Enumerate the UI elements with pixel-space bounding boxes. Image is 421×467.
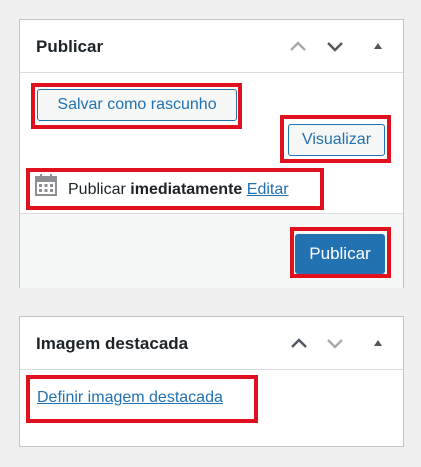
move-up-button[interactable]: [286, 330, 312, 356]
featured-image-metabox-header: Imagem destacada: [20, 317, 403, 370]
triangle-up-icon: [374, 340, 382, 346]
highlight-preview: [280, 115, 391, 163]
move-down-button[interactable]: [322, 330, 348, 356]
publish-metabox-title: Publicar: [36, 37, 104, 56]
chevron-down-icon: [327, 339, 343, 349]
highlight-set-featured-image: [26, 375, 258, 423]
move-down-button[interactable]: [322, 33, 348, 59]
move-up-button[interactable]: [285, 33, 311, 59]
publish-metabox: Publicar Salvar como rascunho Visualizar: [19, 19, 404, 288]
publish-metabox-header: Publicar: [20, 20, 403, 73]
highlight-save-draft: [31, 83, 242, 129]
highlight-publish-schedule: [26, 168, 324, 210]
featured-image-metabox: Imagem destacada Definir imagem destacad…: [19, 316, 404, 447]
featured-image-metabox-title: Imagem destacada: [36, 334, 189, 353]
chevron-up-icon: [290, 41, 306, 51]
chevron-down-icon: [327, 42, 343, 52]
triangle-up-icon: [374, 43, 382, 49]
toggle-panel-button[interactable]: [365, 33, 391, 59]
highlight-publish-button: [290, 227, 391, 278]
toggle-panel-button[interactable]: [365, 330, 391, 356]
chevron-up-icon: [291, 338, 307, 348]
